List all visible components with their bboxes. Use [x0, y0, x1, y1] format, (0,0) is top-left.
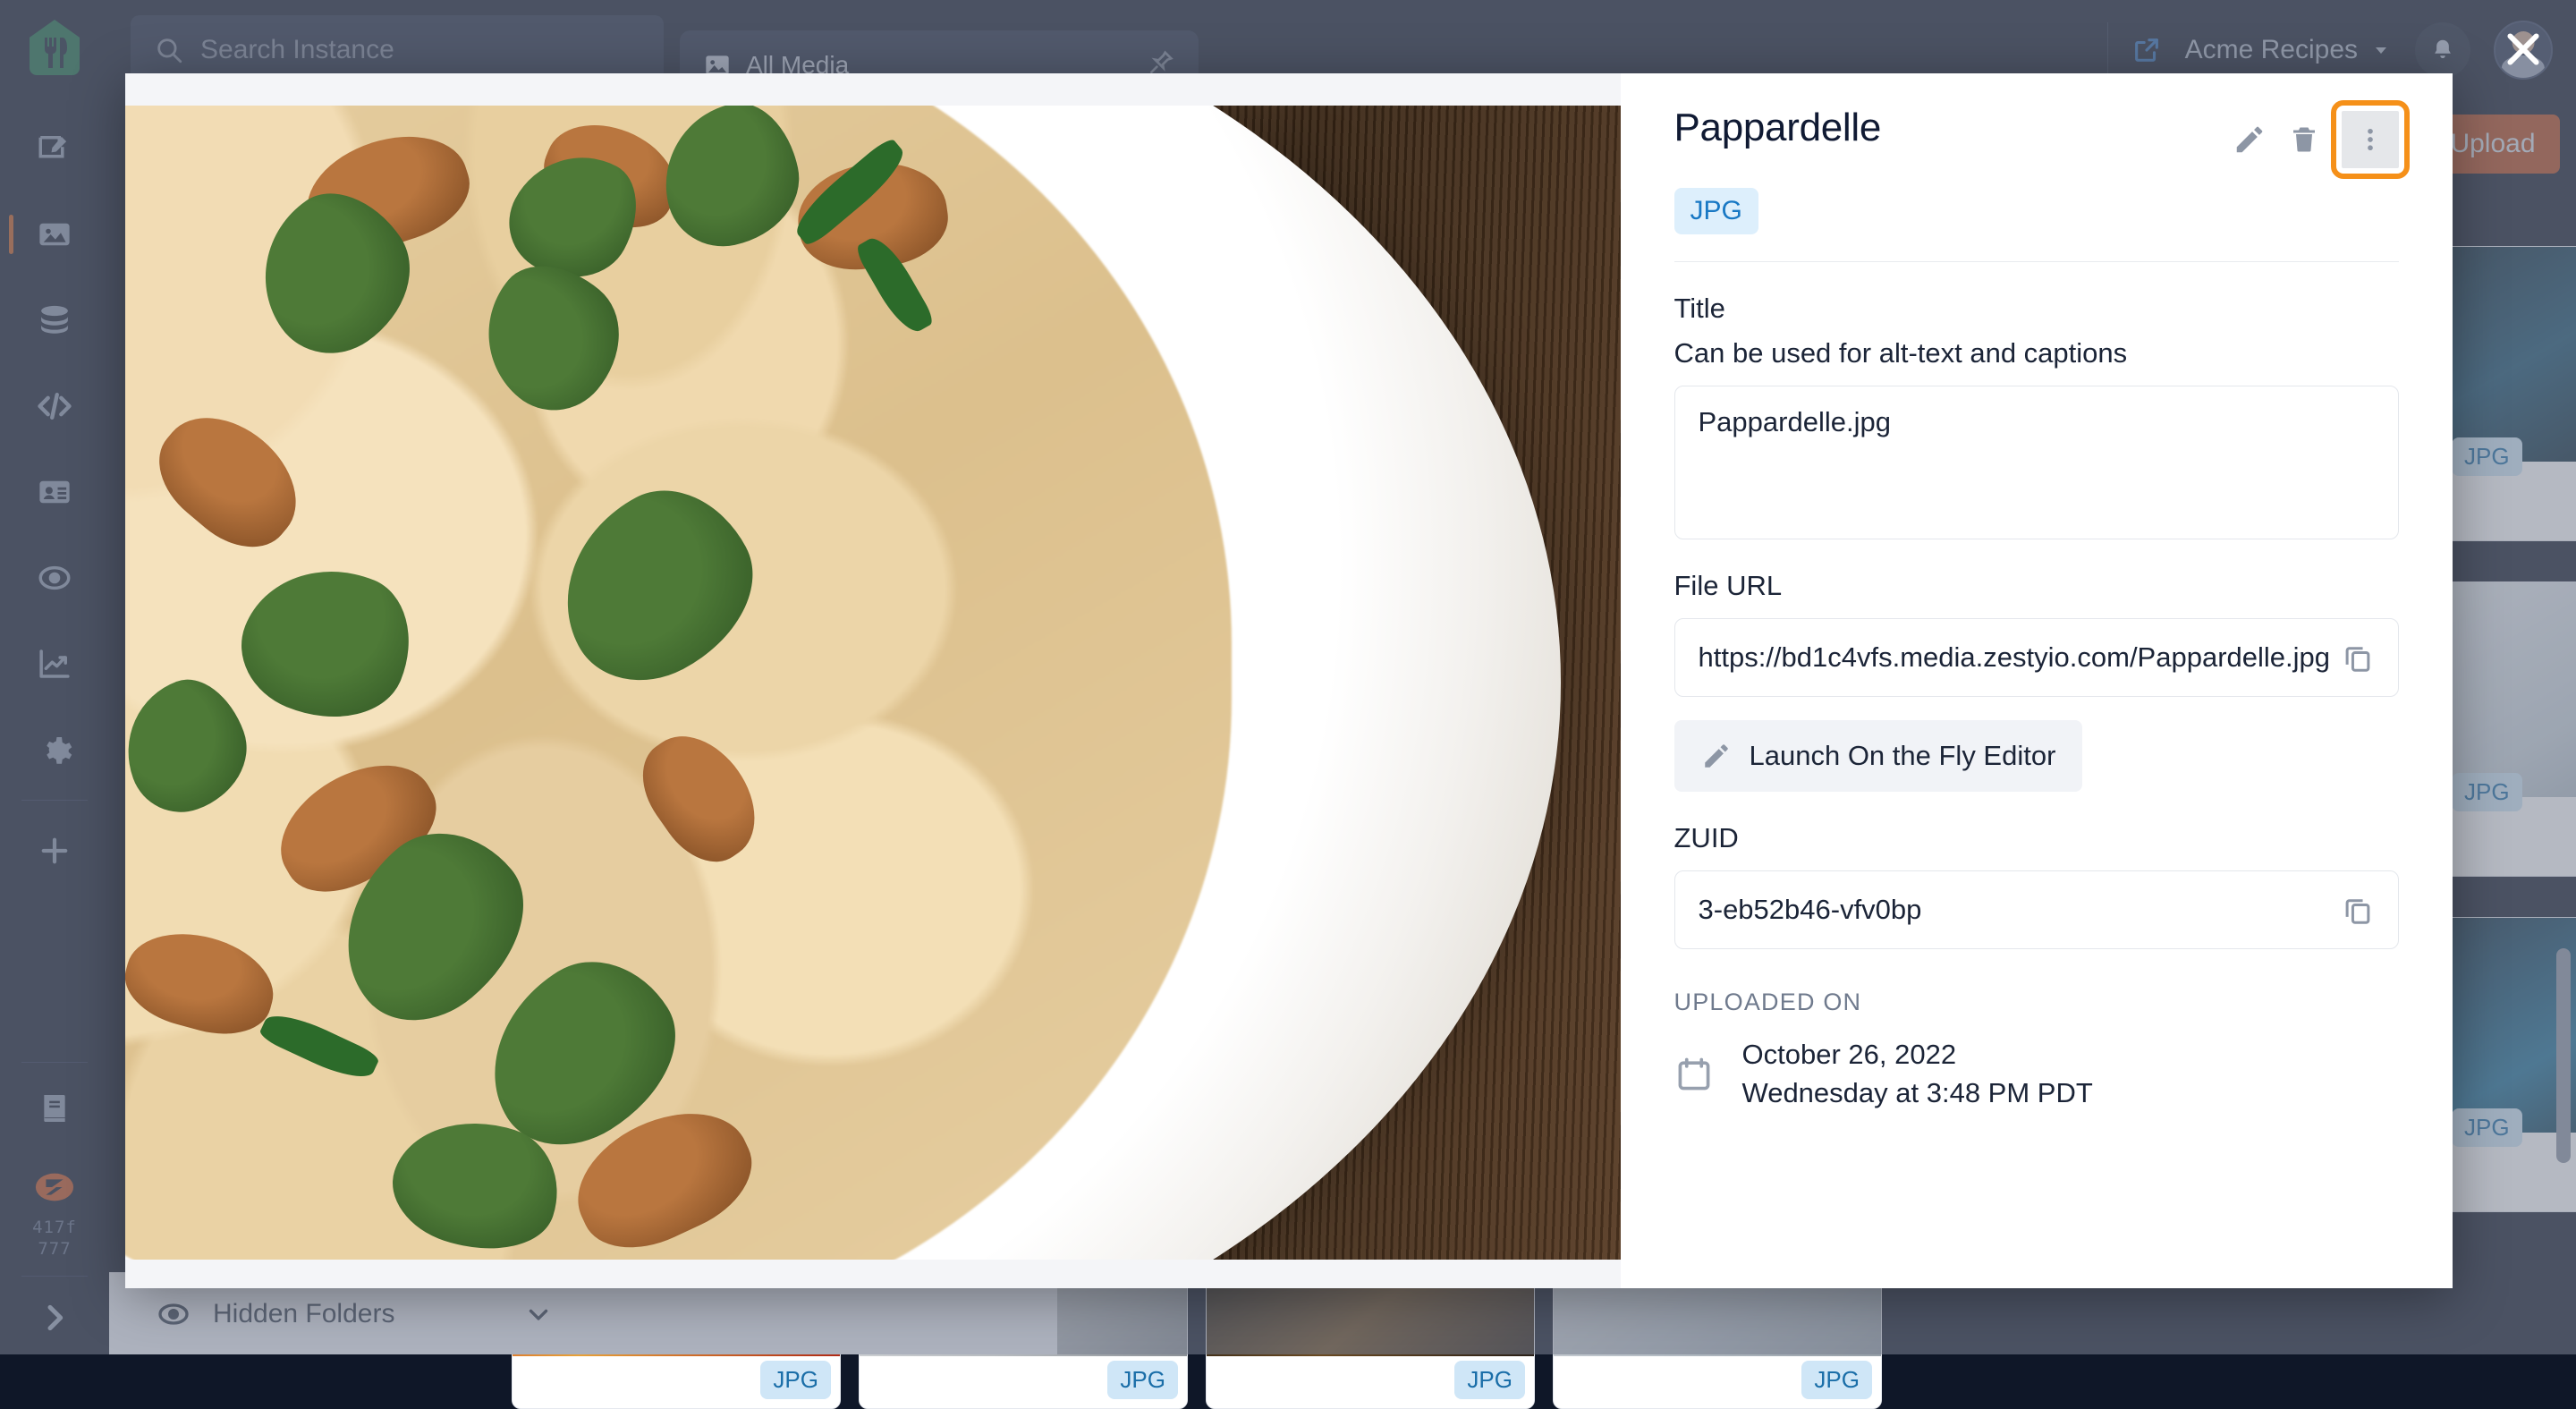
file-url-value: https://bd1c4vfs.media.zestyio.com/Pappa…	[1699, 641, 2331, 674]
pappardelle-photo	[125, 106, 1621, 1260]
file-type-badge: JPG	[760, 1361, 831, 1399]
status-badge: JPG	[1674, 188, 1758, 234]
uploaded-date: October 26, 2022	[1742, 1036, 2093, 1074]
media-preview-panel	[125, 73, 1621, 1288]
zuid-input[interactable]: 3-eb52b46-vfv0bp	[1674, 870, 2400, 949]
zuid-label: ZUID	[1674, 822, 2400, 854]
pencil-icon	[2233, 123, 2267, 157]
kebab-menu-icon	[2355, 124, 2385, 155]
uploaded-on-row: October 26, 2022 Wednesday at 3:48 PM PD…	[1674, 1036, 2400, 1113]
copy-zuid-button[interactable]	[2341, 893, 2375, 927]
file-type-badge: JPG	[1454, 1361, 1525, 1399]
media-details-panel: Pappardelle JPG Title Can be used for al…	[1621, 73, 2453, 1288]
media-detail-modal: Pappardelle JPG Title Can be used for al…	[125, 73, 2453, 1288]
file-type-row: JPG	[1674, 188, 2400, 234]
close-modal-button[interactable]	[2494, 20, 2553, 79]
preview-bottom-spacer	[125, 1260, 1621, 1288]
file-url-label: File URL	[1674, 570, 2400, 602]
media-preview-image[interactable]	[125, 106, 1621, 1260]
uploaded-time: Wednesday at 3:48 PM PDT	[1742, 1074, 2093, 1113]
trash-icon	[2288, 123, 2320, 156]
more-options-button[interactable]	[2342, 111, 2399, 168]
copy-file-url-button[interactable]	[2341, 641, 2375, 675]
launch-fly-editor-button[interactable]: Launch On the Fly Editor	[1674, 720, 2083, 792]
title-field-label: Title	[1674, 293, 2400, 325]
title-field-group: Title Can be used for alt-text and capti…	[1674, 293, 2400, 539]
edit-button[interactable]	[2233, 123, 2267, 157]
uploaded-on-caption: UPLOADED ON	[1674, 989, 2400, 1016]
delete-button[interactable]	[2288, 123, 2320, 156]
title-field-hint: Can be used for alt-text and captions	[1674, 337, 2400, 369]
title-input-value: Pappardelle.jpg	[1699, 406, 2376, 438]
file-type-badge: JPG	[1107, 1361, 1178, 1399]
copy-icon	[2341, 641, 2375, 675]
launch-fly-editor-label: Launch On the Fly Editor	[1750, 740, 2056, 772]
copy-icon	[2341, 893, 2375, 927]
zuid-value: 3-eb52b46-vfv0bp	[1699, 894, 2331, 926]
file-url-field-group: File URL https://bd1c4vfs.media.zestyio.…	[1674, 570, 2400, 792]
title-input[interactable]: Pappardelle.jpg	[1674, 386, 2400, 539]
pencil-icon	[1701, 741, 1732, 771]
details-header: Pappardelle	[1674, 73, 2400, 168]
zuid-field-group: ZUID 3-eb52b46-vfv0bp	[1674, 822, 2400, 949]
details-divider	[1674, 261, 2400, 262]
file-url-input[interactable]: https://bd1c4vfs.media.zestyio.com/Pappa…	[1674, 618, 2400, 697]
details-actions	[2233, 111, 2399, 168]
page-title: Pappardelle	[1674, 106, 1882, 150]
preview-top-spacer	[125, 73, 1621, 106]
calendar-icon	[1674, 1055, 1714, 1094]
uploaded-on-text: October 26, 2022 Wednesday at 3:48 PM PD…	[1742, 1036, 2093, 1113]
file-type-badge: JPG	[1801, 1361, 1872, 1399]
close-icon	[2499, 25, 2547, 73]
